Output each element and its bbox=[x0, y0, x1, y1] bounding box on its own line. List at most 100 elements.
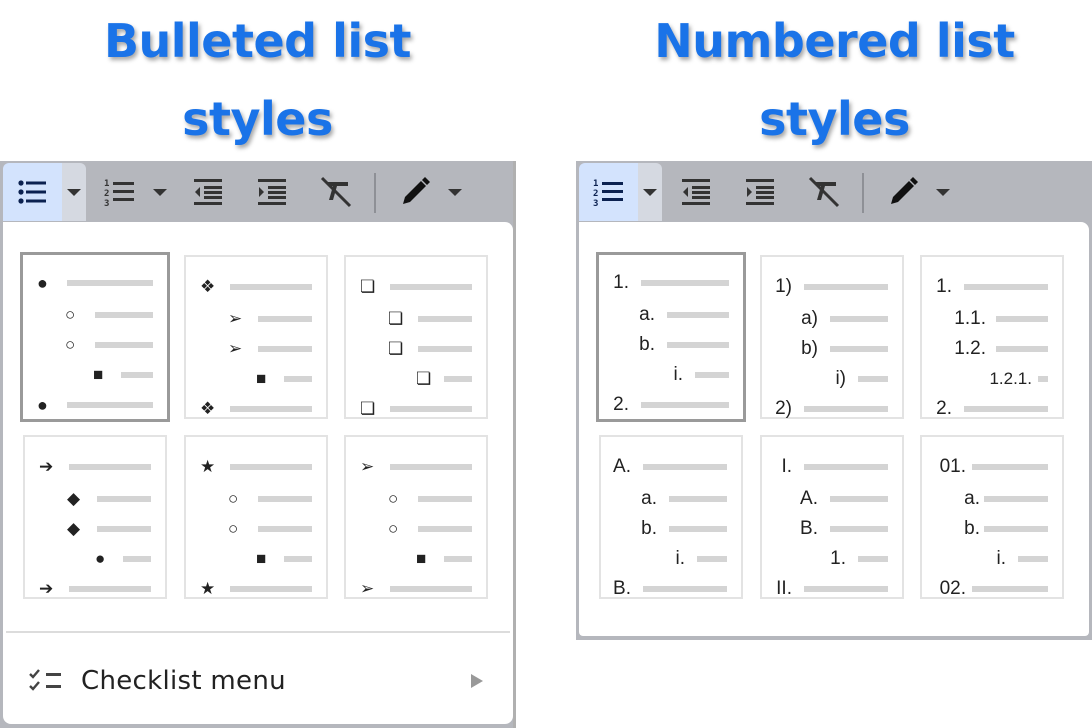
list-number-label: b. bbox=[639, 334, 655, 355]
number-style-preset[interactable]: 1. a. b. i. 2. bbox=[596, 252, 746, 422]
text-placeholder-line bbox=[230, 406, 312, 412]
preset-row: ➔ bbox=[25, 579, 165, 599]
edit-mode-button[interactable] bbox=[883, 163, 923, 221]
hollow-circle-bullet-icon: ○ bbox=[65, 335, 76, 354]
preset-row: ■ bbox=[186, 369, 326, 389]
list-number-label: i) bbox=[835, 368, 846, 389]
list-number-label: a. bbox=[639, 304, 655, 325]
text-placeholder-line bbox=[972, 586, 1048, 592]
bullet-style-preset[interactable]: ➢ ○ ○ ■ ➢ bbox=[344, 435, 488, 599]
edit-mode-dropdown[interactable] bbox=[931, 163, 955, 221]
preset-row: 2) bbox=[762, 399, 902, 419]
number-style-preset[interactable]: 01. a. b. i. 02. bbox=[920, 435, 1064, 599]
bullet-style-preset[interactable]: ❖ ➢ ➢ ■ ❖ bbox=[184, 255, 328, 419]
heading-line-2: styles bbox=[182, 92, 333, 146]
preset-row: ○ bbox=[346, 489, 486, 509]
preset-row: ● bbox=[23, 273, 167, 293]
text-placeholder-line bbox=[284, 376, 312, 382]
shadowed-square-bullet-icon: ❏ bbox=[360, 399, 376, 418]
number-style-preset[interactable]: 1) a) b) i) 2) bbox=[760, 255, 904, 419]
numbered-list-dropdown[interactable] bbox=[148, 163, 172, 221]
text-placeholder-line bbox=[444, 556, 472, 562]
list-number-label: 1. bbox=[830, 548, 846, 569]
bullet-style-preset[interactable]: ★ ○ ○ ■ ★ bbox=[184, 435, 328, 599]
bullet-style-preset[interactable]: ➔ ◆ ◆ ● ➔ bbox=[23, 435, 167, 599]
clear-formatting-button[interactable] bbox=[316, 163, 356, 221]
preset-row: b) bbox=[762, 339, 902, 359]
dropdown-arrow-icon bbox=[67, 188, 81, 196]
text-placeholder-line bbox=[418, 316, 472, 322]
preset-row: ★ bbox=[186, 579, 326, 599]
decrease-indent-button[interactable] bbox=[188, 163, 228, 221]
text-placeholder-line bbox=[67, 402, 153, 408]
number-style-preset[interactable]: 1. 1.1. 1.2. 1.2.1. 2. bbox=[920, 255, 1064, 419]
bulleted-list-dropdown[interactable] bbox=[62, 163, 86, 221]
preset-row: 1. bbox=[599, 273, 743, 293]
list-number-label: i. bbox=[996, 548, 1007, 569]
increase-indent-button[interactable] bbox=[252, 163, 292, 221]
list-number-label: 1. bbox=[936, 276, 952, 297]
number-style-preset[interactable]: I. A. B. 1. II. bbox=[760, 435, 904, 599]
edit-mode-dropdown[interactable] bbox=[443, 163, 467, 221]
svg-text:3: 3 bbox=[593, 199, 598, 207]
preset-row: A. bbox=[762, 489, 902, 509]
preset-row: ❏ bbox=[346, 339, 486, 359]
toolbar: 1 2 3 bbox=[576, 161, 1092, 222]
numbered-list-button[interactable]: 1 2 3 bbox=[579, 163, 638, 221]
number-style-preset[interactable]: A. a. b. i. B. bbox=[599, 435, 743, 599]
text-placeholder-line bbox=[97, 496, 151, 502]
preset-row: ❏ bbox=[346, 369, 486, 389]
preset-row: ➢ bbox=[346, 579, 486, 599]
text-placeholder-line bbox=[695, 372, 729, 378]
text-placeholder-line bbox=[69, 586, 151, 592]
bulleted-list-button[interactable] bbox=[3, 163, 62, 221]
list-number-label: 2. bbox=[613, 394, 629, 415]
list-number-label: 1. bbox=[613, 272, 629, 293]
numbered-list-button[interactable]: 1 2 3 bbox=[100, 163, 140, 221]
preset-row: 1.1. bbox=[922, 309, 1062, 329]
list-number-label: B. bbox=[613, 578, 631, 599]
text-placeholder-line bbox=[418, 496, 472, 502]
decrease-indent-button[interactable] bbox=[676, 163, 716, 221]
preset-row: ○ bbox=[23, 335, 167, 355]
hollow-circle-bullet-icon: ○ bbox=[228, 519, 239, 538]
bullet-style-preset[interactable]: ● ○ ○ ■ ● bbox=[20, 252, 170, 422]
preset-row: i. bbox=[601, 549, 741, 569]
text-placeholder-line bbox=[258, 346, 312, 352]
edit-mode-button[interactable] bbox=[395, 163, 435, 221]
text-placeholder-line bbox=[230, 284, 312, 290]
clear-formatting-icon bbox=[320, 176, 352, 208]
checklist-menu-item[interactable]: Checklist menu bbox=[3, 642, 513, 720]
preset-row: 2. bbox=[922, 399, 1062, 419]
bulleted-list-icon bbox=[17, 180, 46, 204]
text-placeholder-line bbox=[121, 372, 153, 378]
preset-row: ➔ bbox=[25, 457, 165, 477]
preset-row: 1.2. bbox=[922, 339, 1062, 359]
hollow-circle-bullet-icon: ○ bbox=[388, 519, 399, 538]
text-placeholder-line bbox=[230, 586, 312, 592]
preset-row: ★ bbox=[186, 457, 326, 477]
numbered-list-dropdown[interactable] bbox=[638, 163, 662, 221]
bulleted-list-menu: Checklist menu ● ○ ○ ■ ● ❖ ➢ ➢ ■ ❖ ❏ ❏ ❏ ❏ ❏ ➔ ◆ ◆ ● ➔ ★ ○ ○ ■ ★… bbox=[3, 222, 513, 724]
increase-indent-button[interactable] bbox=[740, 163, 780, 221]
hollow-circle-bullet-icon: ○ bbox=[228, 489, 239, 508]
numbered-list-icon: 1 2 3 bbox=[593, 179, 623, 207]
list-number-label: b. bbox=[641, 518, 657, 539]
list-number-label: 01. bbox=[939, 456, 966, 477]
svg-text:3: 3 bbox=[104, 199, 109, 207]
heading-line-1: Numbered list bbox=[654, 14, 1015, 68]
text-placeholder-line bbox=[258, 316, 312, 322]
text-placeholder-line bbox=[830, 346, 888, 352]
text-placeholder-line bbox=[858, 556, 888, 562]
toolbar-separator bbox=[862, 173, 864, 213]
preset-row: ❖ bbox=[186, 277, 326, 297]
preset-row: ○ bbox=[23, 305, 167, 325]
list-number-label: b) bbox=[801, 338, 818, 359]
clear-formatting-button[interactable] bbox=[804, 163, 844, 221]
heading-line-1: Bulleted list bbox=[103, 14, 412, 68]
bulleted-list-panel: 1 2 3 Checklist menu ● ○ ○ ■ ● ❖ ➢ ➢ ■ ❖… bbox=[0, 161, 516, 728]
dropdown-arrow-icon bbox=[153, 188, 167, 196]
list-number-label: 2. bbox=[936, 398, 952, 419]
list-number-label: a. bbox=[641, 488, 657, 509]
bullet-style-preset[interactable]: ❏ ❏ ❏ ❏ ❏ bbox=[344, 255, 488, 419]
